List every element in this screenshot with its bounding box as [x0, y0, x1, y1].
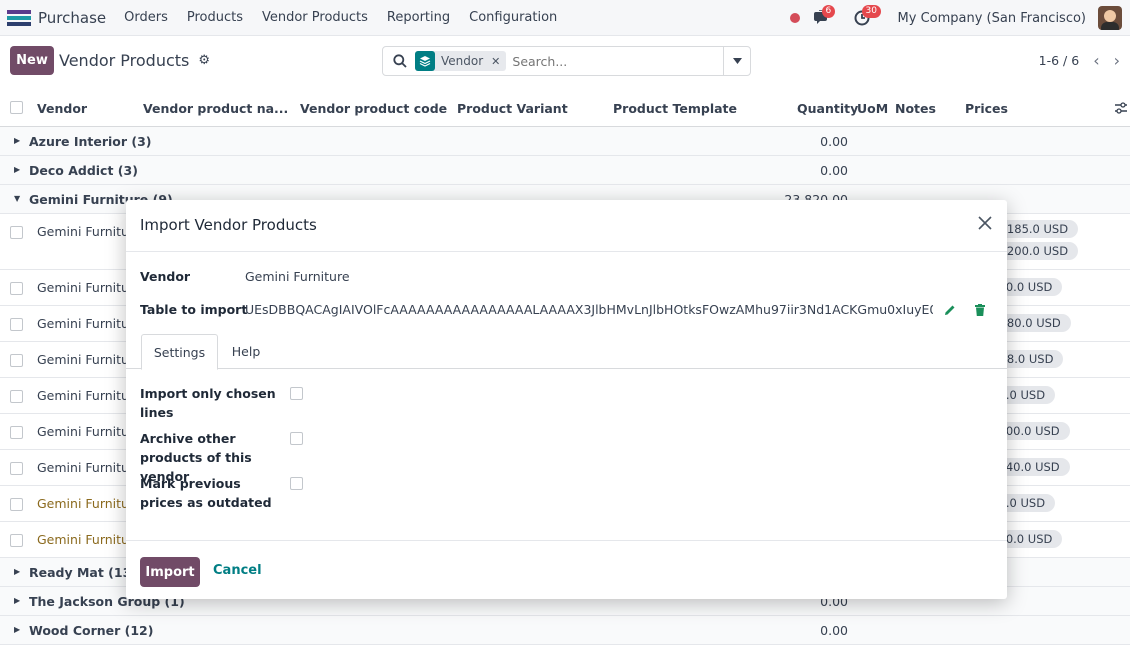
option-import-only-chosen-lines-label: Import only chosen lines — [140, 386, 276, 420]
tab-settings[interactable]: Settings — [141, 334, 218, 370]
edit-pencil-icon[interactable] — [944, 304, 956, 316]
cancel-button[interactable]: Cancel — [213, 563, 262, 578]
table-to-import-label: Table to import — [140, 302, 248, 317]
option-archive-other-products-checkbox[interactable] — [290, 432, 303, 445]
import-vendor-products-dialog: Import Vendor Products Vendor Gemini Fur… — [126, 200, 1007, 599]
tab-help[interactable]: Help — [219, 334, 273, 369]
close-icon[interactable] — [977, 215, 993, 231]
option-mark-prices-outdated-checkbox[interactable] — [290, 477, 303, 490]
option-import-only-chosen-lines-checkbox[interactable] — [290, 387, 303, 400]
modal-header: Import Vendor Products — [126, 200, 1007, 252]
modal-footer: Import Cancel — [126, 540, 1007, 599]
option-mark-prices-outdated-label: Mark previous prices as outdated — [140, 476, 272, 510]
modal-title: Import Vendor Products — [140, 216, 317, 234]
vendor-value: Gemini Furniture — [245, 269, 350, 284]
table-to-import-value: UEsDBBQACAgIAIVOlFcAAAAAAAAAAAAAAAALAAAA… — [245, 302, 933, 317]
import-button[interactable]: Import — [140, 557, 200, 587]
dialog-tabs: Settings Help — [126, 334, 1007, 370]
vendor-label: Vendor — [140, 269, 191, 284]
delete-trash-icon[interactable] — [975, 304, 985, 316]
